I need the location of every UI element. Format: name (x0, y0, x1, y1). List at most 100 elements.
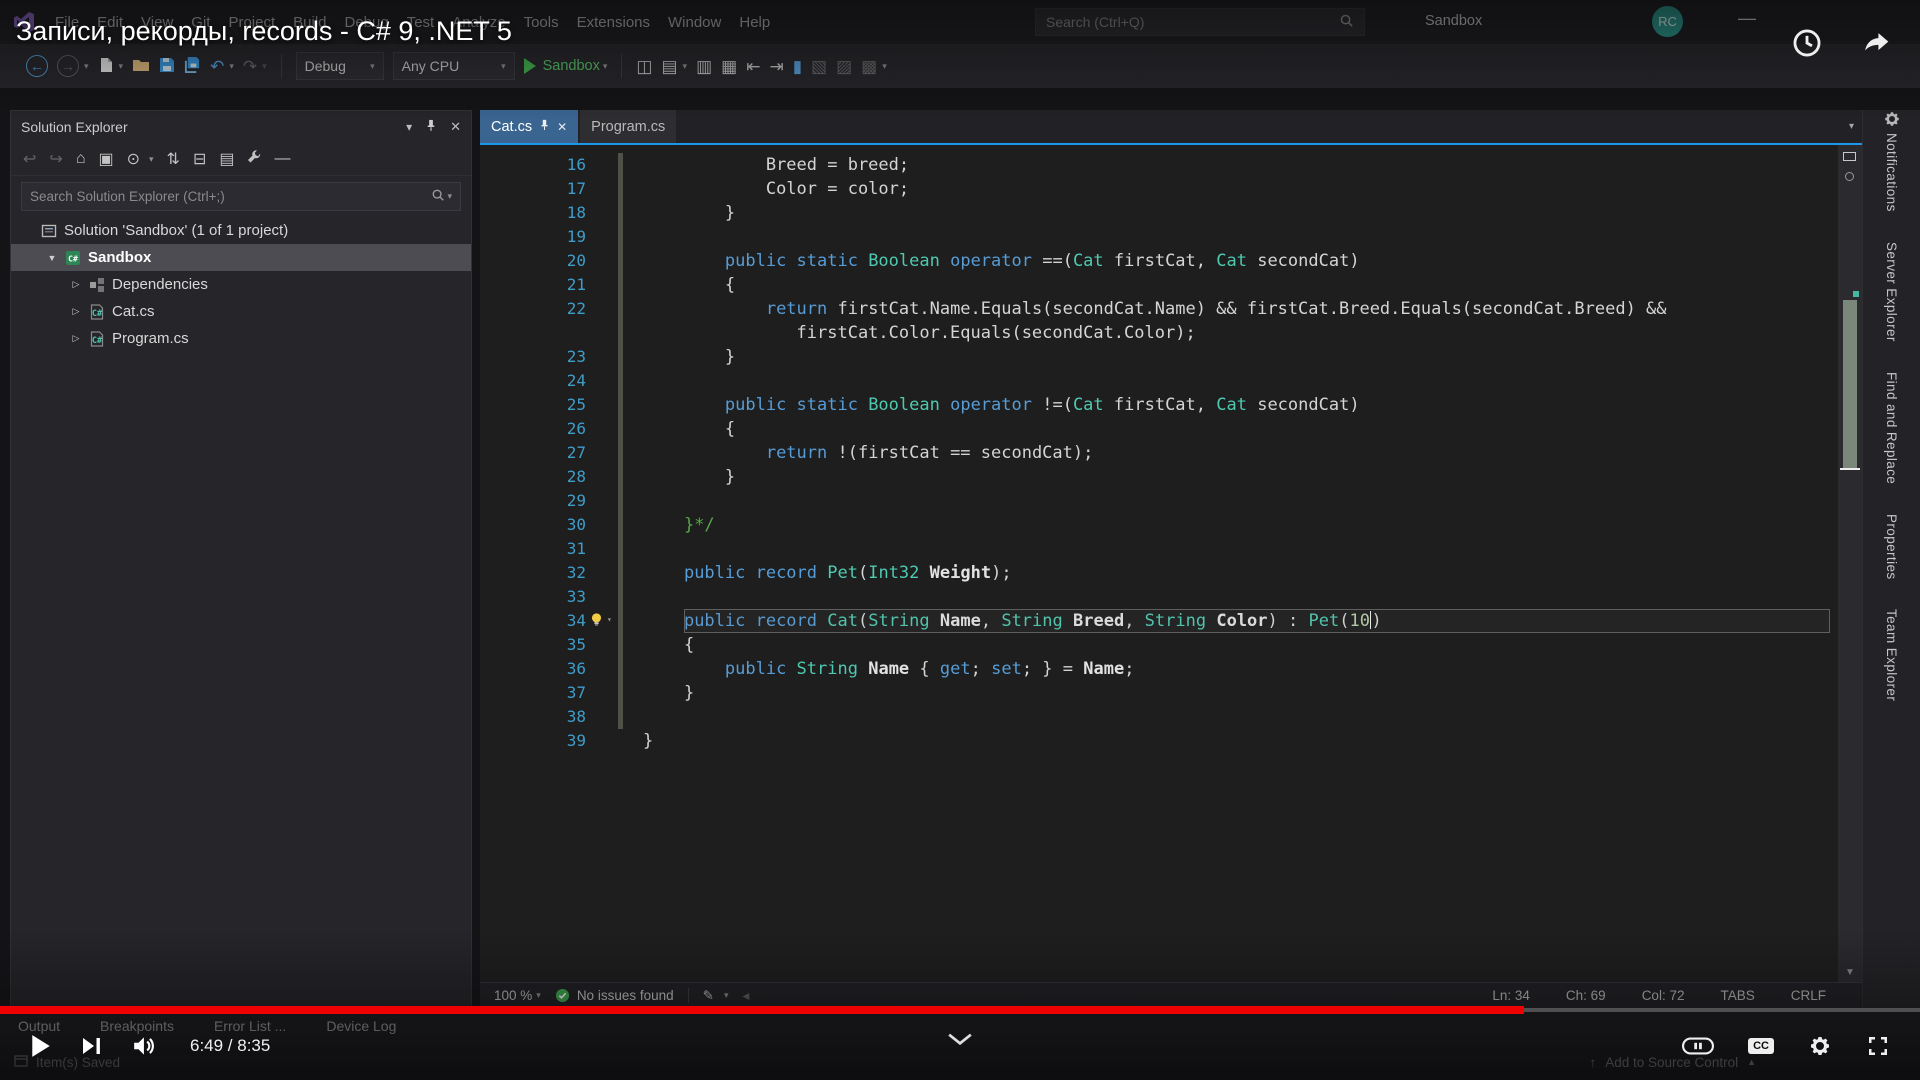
code-lines: 16 Breed = breed; 17 Color = color; 18 } 19… (480, 153, 1838, 753)
extra-tool-icon[interactable]: ▩ (861, 58, 877, 75)
gear-icon[interactable] (1883, 112, 1901, 132)
start-debugging-button[interactable]: Sandbox ▾ (523, 58, 607, 74)
editor-scrollbar[interactable]: ▼ (1838, 145, 1862, 982)
side-tab-server-explorer[interactable]: Server Explorer (1884, 242, 1899, 342)
tab-list-caret-icon[interactable]: ▾ (1849, 121, 1854, 132)
unindent-icon[interactable]: ⇤ (746, 58, 760, 75)
indent-icon[interactable]: ⇥ (769, 58, 783, 75)
solution-configuration-dropdown[interactable]: Debug ▾ (295, 52, 384, 80)
menu-item-help[interactable]: Help (730, 9, 779, 36)
scroll-down-arrow-icon[interactable]: ▼ (1845, 967, 1855, 978)
status-indent-mode[interactable]: TABS (1720, 988, 1754, 1003)
undo-caret-icon[interactable]: ▾ (229, 61, 234, 72)
video-progress-bar[interactable] (0, 1006, 1920, 1014)
code-line: 18 } (480, 201, 1838, 225)
tab-program-cs[interactable]: Program.cs (580, 110, 677, 143)
forward-icon[interactable]: ↪ (49, 149, 62, 169)
outline-icon[interactable]: ▥ (696, 58, 712, 75)
code-cleanup-caret-icon[interactable]: ▾ (724, 990, 729, 1001)
toolbar-overflow-caret-icon[interactable]: ▾ (882, 61, 887, 72)
lightbulb-caret-icon: ▾ (607, 615, 612, 624)
bookmark-icon[interactable]: ▮ (793, 58, 802, 75)
status-line-ending[interactable]: CRLF (1791, 988, 1826, 1003)
next-button[interactable] (82, 1036, 102, 1056)
member-list-icon[interactable]: ▦ (721, 58, 737, 75)
show-all-files-icon[interactable]: ▤ (219, 149, 234, 169)
uncomment-icon[interactable]: ▨ (836, 58, 852, 75)
play-button[interactable] (30, 1034, 52, 1058)
search-options-caret-icon[interactable]: ▾ (447, 191, 452, 202)
fullscreen-button[interactable] (1866, 1034, 1890, 1058)
back-icon[interactable]: ↩ (23, 149, 36, 169)
share-button[interactable] (1860, 26, 1894, 60)
settings-button[interactable] (1808, 1034, 1832, 1058)
preview-selected-items-icon[interactable]: — (274, 150, 290, 168)
subtitles-button[interactable]: CC (1748, 1038, 1774, 1054)
undo-icon[interactable]: ↶ (210, 58, 224, 75)
window-title: Sandbox (1425, 13, 1483, 29)
quick-actions-lightbulb[interactable]: ▾ (588, 611, 612, 628)
home-icon[interactable]: ⌂ (76, 150, 86, 168)
redo-icon[interactable]: ↷ (243, 58, 257, 75)
tree-item-cat-cs[interactable]: ▷ C# Cat.cs (11, 298, 471, 325)
account-avatar[interactable]: RC (1652, 6, 1683, 37)
code-line: 35 { (480, 633, 1838, 657)
side-tab-find-and-replace[interactable]: Find and Replace (1884, 372, 1899, 484)
watch-later-button[interactable] (1790, 26, 1824, 60)
navigate-dropdown-caret-icon[interactable]: ▾ (84, 61, 89, 72)
solution-platform-dropdown[interactable]: Any CPU ▾ (392, 52, 515, 80)
autoplay-toggle[interactable] (1682, 1037, 1715, 1055)
tree-item-solution-sandbox-1-of-1-project[interactable]: Solution 'Sandbox' (1 of 1 project) (11, 217, 471, 244)
side-tab-notifications[interactable]: Notifications (1884, 133, 1899, 212)
redo-caret-icon[interactable]: ▾ (262, 61, 267, 72)
code-cleanup-icon[interactable]: ✎ (703, 988, 714, 1004)
solution-explorer-search-box[interactable]: Search Solution Explorer (Ctrl+;) ▾ (21, 182, 461, 211)
navigate-window-icon[interactable]: ◫ (636, 58, 652, 75)
save-all-icon[interactable] (184, 56, 201, 76)
preview-window-icon[interactable]: ▤ (661, 58, 677, 75)
tree-item-sandbox[interactable]: ▼ C# Sandbox (11, 244, 471, 271)
close-icon[interactable]: ✕ (450, 119, 461, 135)
video-title[interactable]: Записи, рекорды, records - C# 9, .NET 5 (16, 16, 512, 47)
pin-icon[interactable] (540, 119, 549, 135)
scrollbar-options-icon[interactable] (1845, 172, 1854, 181)
comment-out-icon[interactable]: ▧ (811, 58, 827, 75)
code-token: ; } = (1021, 659, 1084, 679)
chevron-down-button[interactable] (947, 1032, 973, 1046)
volume-button[interactable] (132, 1035, 158, 1057)
zoom-control[interactable]: 100 % ▾ (494, 988, 541, 1003)
properties-wrench-icon[interactable] (247, 149, 261, 169)
code-text: } (643, 201, 735, 225)
save-icon[interactable] (159, 57, 175, 76)
navigate-forward-button[interactable]: → (57, 55, 79, 77)
new-file-icon[interactable] (98, 57, 114, 76)
tab-cat-cs[interactable]: Cat.cs ✕ (480, 110, 579, 143)
open-folder-icon[interactable] (132, 58, 150, 75)
code-token: } (724, 347, 736, 367)
scope-icon[interactable]: ⊙ (127, 149, 140, 169)
tree-item-dependencies[interactable]: ▷ Dependencies (11, 271, 471, 298)
scope-caret-icon[interactable]: ▾ (149, 154, 154, 165)
panel-menu-chevron-icon[interactable]: ▾ (406, 120, 412, 134)
scrollbar-thumb[interactable] (1843, 300, 1857, 468)
split-editor-handle[interactable] (1843, 152, 1856, 161)
side-tab-properties[interactable]: Properties (1884, 514, 1899, 580)
side-tab-team-explorer[interactable]: Team Explorer (1884, 609, 1899, 701)
pin-icon[interactable] (426, 119, 436, 135)
tree-item-program-cs[interactable]: ▷ C# Program.cs (11, 325, 471, 352)
menu-item-extensions[interactable]: Extensions (568, 9, 659, 36)
collapse-all-icon[interactable]: ⊟ (193, 149, 206, 169)
quick-search-box[interactable]: Search (Ctrl+Q) (1035, 8, 1365, 36)
preview-caret-icon[interactable]: ▾ (683, 61, 688, 72)
new-file-caret-icon[interactable]: ▾ (119, 61, 124, 72)
menu-item-tools[interactable]: Tools (515, 9, 568, 36)
code-editor[interactable]: 16 Breed = breed; 17 Color = color; 18 } 19… (480, 145, 1838, 982)
close-icon[interactable]: ✕ (557, 120, 567, 134)
code-health-indicator[interactable]: No issues found (555, 988, 674, 1003)
menu-item-window[interactable]: Window (659, 9, 730, 36)
switch-views-icon[interactable]: ▣ (98, 149, 113, 169)
restore-icon[interactable]: ◂ (742, 988, 749, 1004)
sync-with-active-document-icon[interactable]: ⇅ (167, 149, 180, 169)
minimize-button[interactable]: — (1738, 8, 1756, 29)
navigate-backward-button[interactable]: ← (26, 55, 48, 77)
